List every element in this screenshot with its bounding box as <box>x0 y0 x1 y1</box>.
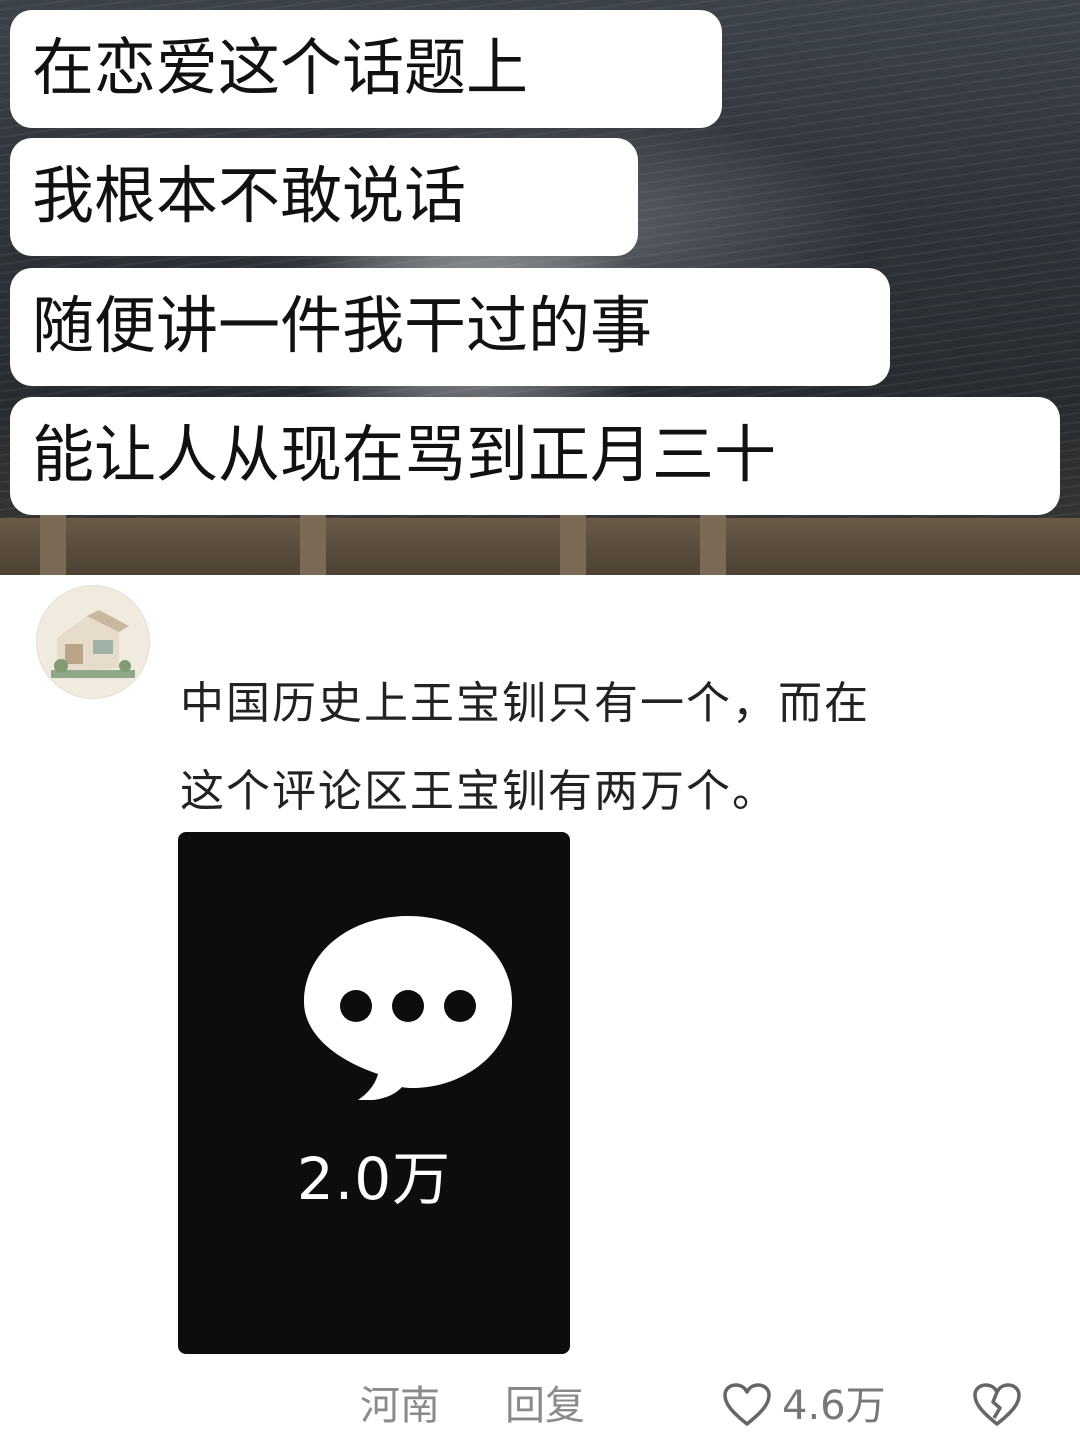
video-caption-line: 在恋爱这个话题上 <box>10 10 722 128</box>
chat-bubble-ellipsis-icon <box>304 916 512 1100</box>
video-caption-line: 能让人从现在骂到正月三十 <box>10 397 1060 515</box>
comment-text-line: 这个评论区王宝钏有两万个。 <box>180 766 778 817</box>
location-label: 河南 <box>360 1383 440 1429</box>
video-caption-line: 随便讲一件我干过的事 <box>10 268 890 386</box>
avatar[interactable] <box>36 585 150 699</box>
pier-rail <box>0 518 1080 575</box>
comment-attached-image[interactable]: 2.0万 <box>178 832 570 1354</box>
reply-button[interactable]: 回复 <box>505 1378 585 1434</box>
comment-count-label: 2.0万 <box>296 1145 452 1213</box>
comment-body: 中国历史上王宝钏只有一个，而在 这个评论区王宝钏有两万个。 <box>180 660 1040 836</box>
video-frame[interactable]: 在恋爱这个话题上 我根本不敢说话 随便讲一件我干过的事 能让人从现在骂到正月三十 <box>0 0 1080 575</box>
like-count: 4.6万 <box>782 1383 886 1429</box>
comment-text-line: 中国历史上王宝钏只有一个，而在 <box>180 678 870 729</box>
post-page: 在恋爱这个话题上 我根本不敢说话 随便讲一件我干过的事 能让人从现在骂到正月三十… <box>0 0 1080 1440</box>
heart-outline-icon[interactable] <box>722 1382 772 1428</box>
video-caption-line: 我根本不敢说话 <box>10 138 638 256</box>
broken-heart-icon[interactable] <box>972 1382 1022 1428</box>
avatar-house-illustration <box>37 586 149 698</box>
